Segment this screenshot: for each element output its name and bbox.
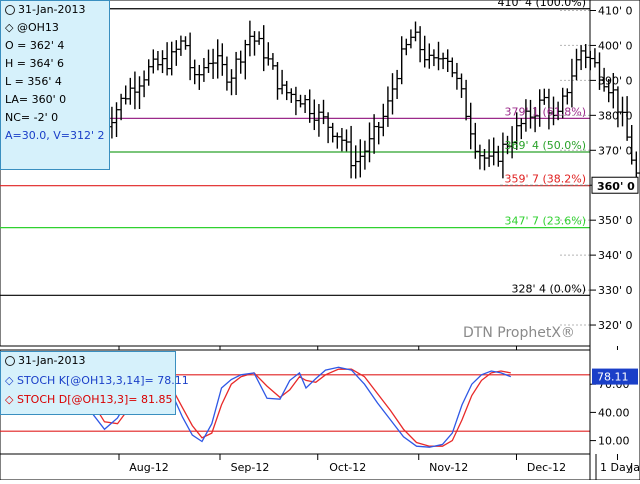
stoch-date-row: 31-Jan-2013: [5, 353, 86, 368]
quote-last-label: LA=: [5, 93, 32, 106]
price-tick-label: 350' 0: [598, 214, 633, 227]
stoch-d-row: ◇ STOCH D[@OH13,3]= 81.85: [5, 393, 173, 406]
price-tick-label: 370' 0: [598, 144, 633, 157]
quote-low-row: L = 356' 4: [5, 74, 62, 89]
quote-symbol: @OH13: [16, 21, 59, 34]
quote-open: 362' 4: [29, 39, 65, 52]
price-tick-label: 330' 0: [598, 284, 633, 297]
quote-last: 360' 0: [31, 93, 67, 106]
quote-netchange-label: NC=: [5, 111, 34, 124]
quote-symbol-row: ◇ @OH13: [5, 20, 59, 35]
chart-stage: 410' 4 (100.0%) 379' 1 (61.8%) 369' 4 (50.…: [0, 0, 640, 481]
stochastic-axis: 10.0040.0070.0078.11: [590, 368, 638, 448]
quote-date: 31-Jan-2013: [18, 3, 86, 16]
diamond-icon: ◇: [5, 393, 14, 406]
stochastic-tick-label: 40.00: [598, 406, 630, 419]
price-tick-label: 320' 0: [598, 319, 633, 332]
stoch-k-value: 78.11: [157, 374, 189, 387]
retracement-label: 328' 4 (0.0%): [511, 282, 586, 295]
quote-panel: 31-Jan-2013 ◇ @OH13 O = 362' 4 H = 364' …: [0, 0, 110, 170]
date-tick-label: Nov-12: [429, 461, 468, 474]
quote-open-row: O = 362' 4: [5, 38, 64, 53]
retracement-label: 359' 7 (38.2%): [504, 173, 586, 186]
price-tick-label: 410' 0: [598, 4, 633, 17]
current-price-label: 360' 0: [597, 180, 635, 193]
quote-last-row: LA= 360' 0: [5, 92, 66, 107]
quote-low-label: L =: [5, 75, 28, 88]
date-tick-label: Aug-12: [129, 461, 168, 474]
price-tick-label: 390' 0: [598, 74, 633, 87]
quote-netchange-row: NC= -2' 0: [5, 110, 58, 125]
stochastic-value-label: 78.11: [597, 371, 629, 384]
stochastic-legend: 31-Jan-2013 ◇ STOCH K[@OH13,3,14]= 78.11…: [0, 351, 189, 415]
quote-high-row: H = 364' 6: [5, 56, 64, 71]
quote-high-label: H =: [5, 57, 30, 70]
quote-avg-volume: A=30.0, V=312' 2: [5, 129, 105, 142]
retracement-label: 410' 4 (100.0%): [497, 0, 586, 9]
quote-date-row: 31-Jan-2013: [5, 2, 86, 17]
stoch-d-value: 81.85: [140, 393, 173, 406]
price-tick-label: 380' 0: [598, 109, 633, 122]
stoch-k-name: STOCH K[@OH13,3,14]: [16, 374, 145, 387]
stoch-date: 31-Jan-2013: [18, 354, 86, 367]
ohlc-bar: [592, 48, 598, 68]
ohlc-bar: [633, 151, 639, 181]
diamond-icon: ◇: [5, 21, 14, 34]
stochastic-tick-label: 10.00: [598, 435, 630, 448]
quote-netchange: -2' 0: [33, 111, 59, 124]
stoch-d-name: STOCH D[@OH13,3]: [16, 393, 129, 406]
quote-high: 364' 6: [29, 57, 64, 70]
date-axis-frame: [0, 453, 591, 481]
retracement-label: 347' 7 (23.6%): [504, 215, 586, 228]
diamond-icon: ◇: [5, 374, 14, 387]
watermark: DTN ProphetX®: [463, 325, 575, 341]
quote-open-label: O =: [5, 39, 30, 52]
date-tick-label: Sep-12: [231, 461, 270, 474]
quote-low: 356' 4: [27, 75, 62, 88]
date-tick-label: Oct-12: [329, 461, 366, 474]
panel-settings-icon[interactable]: [5, 5, 15, 15]
retracement-label: 369' 4 (50.0%): [504, 139, 586, 152]
price-tick-label: 340' 0: [598, 249, 633, 262]
retracement-label: 379' 1 (61.8%): [504, 105, 586, 118]
timeframe-label[interactable]: 1 Day: [600, 461, 633, 474]
price-tick-label: 400' 0: [598, 39, 633, 52]
panel-settings-icon[interactable]: [5, 356, 15, 366]
date-tick-label: Dec-12: [527, 461, 566, 474]
stoch-k-row: ◇ STOCH K[@OH13,3,14]= 78.11: [5, 374, 189, 387]
